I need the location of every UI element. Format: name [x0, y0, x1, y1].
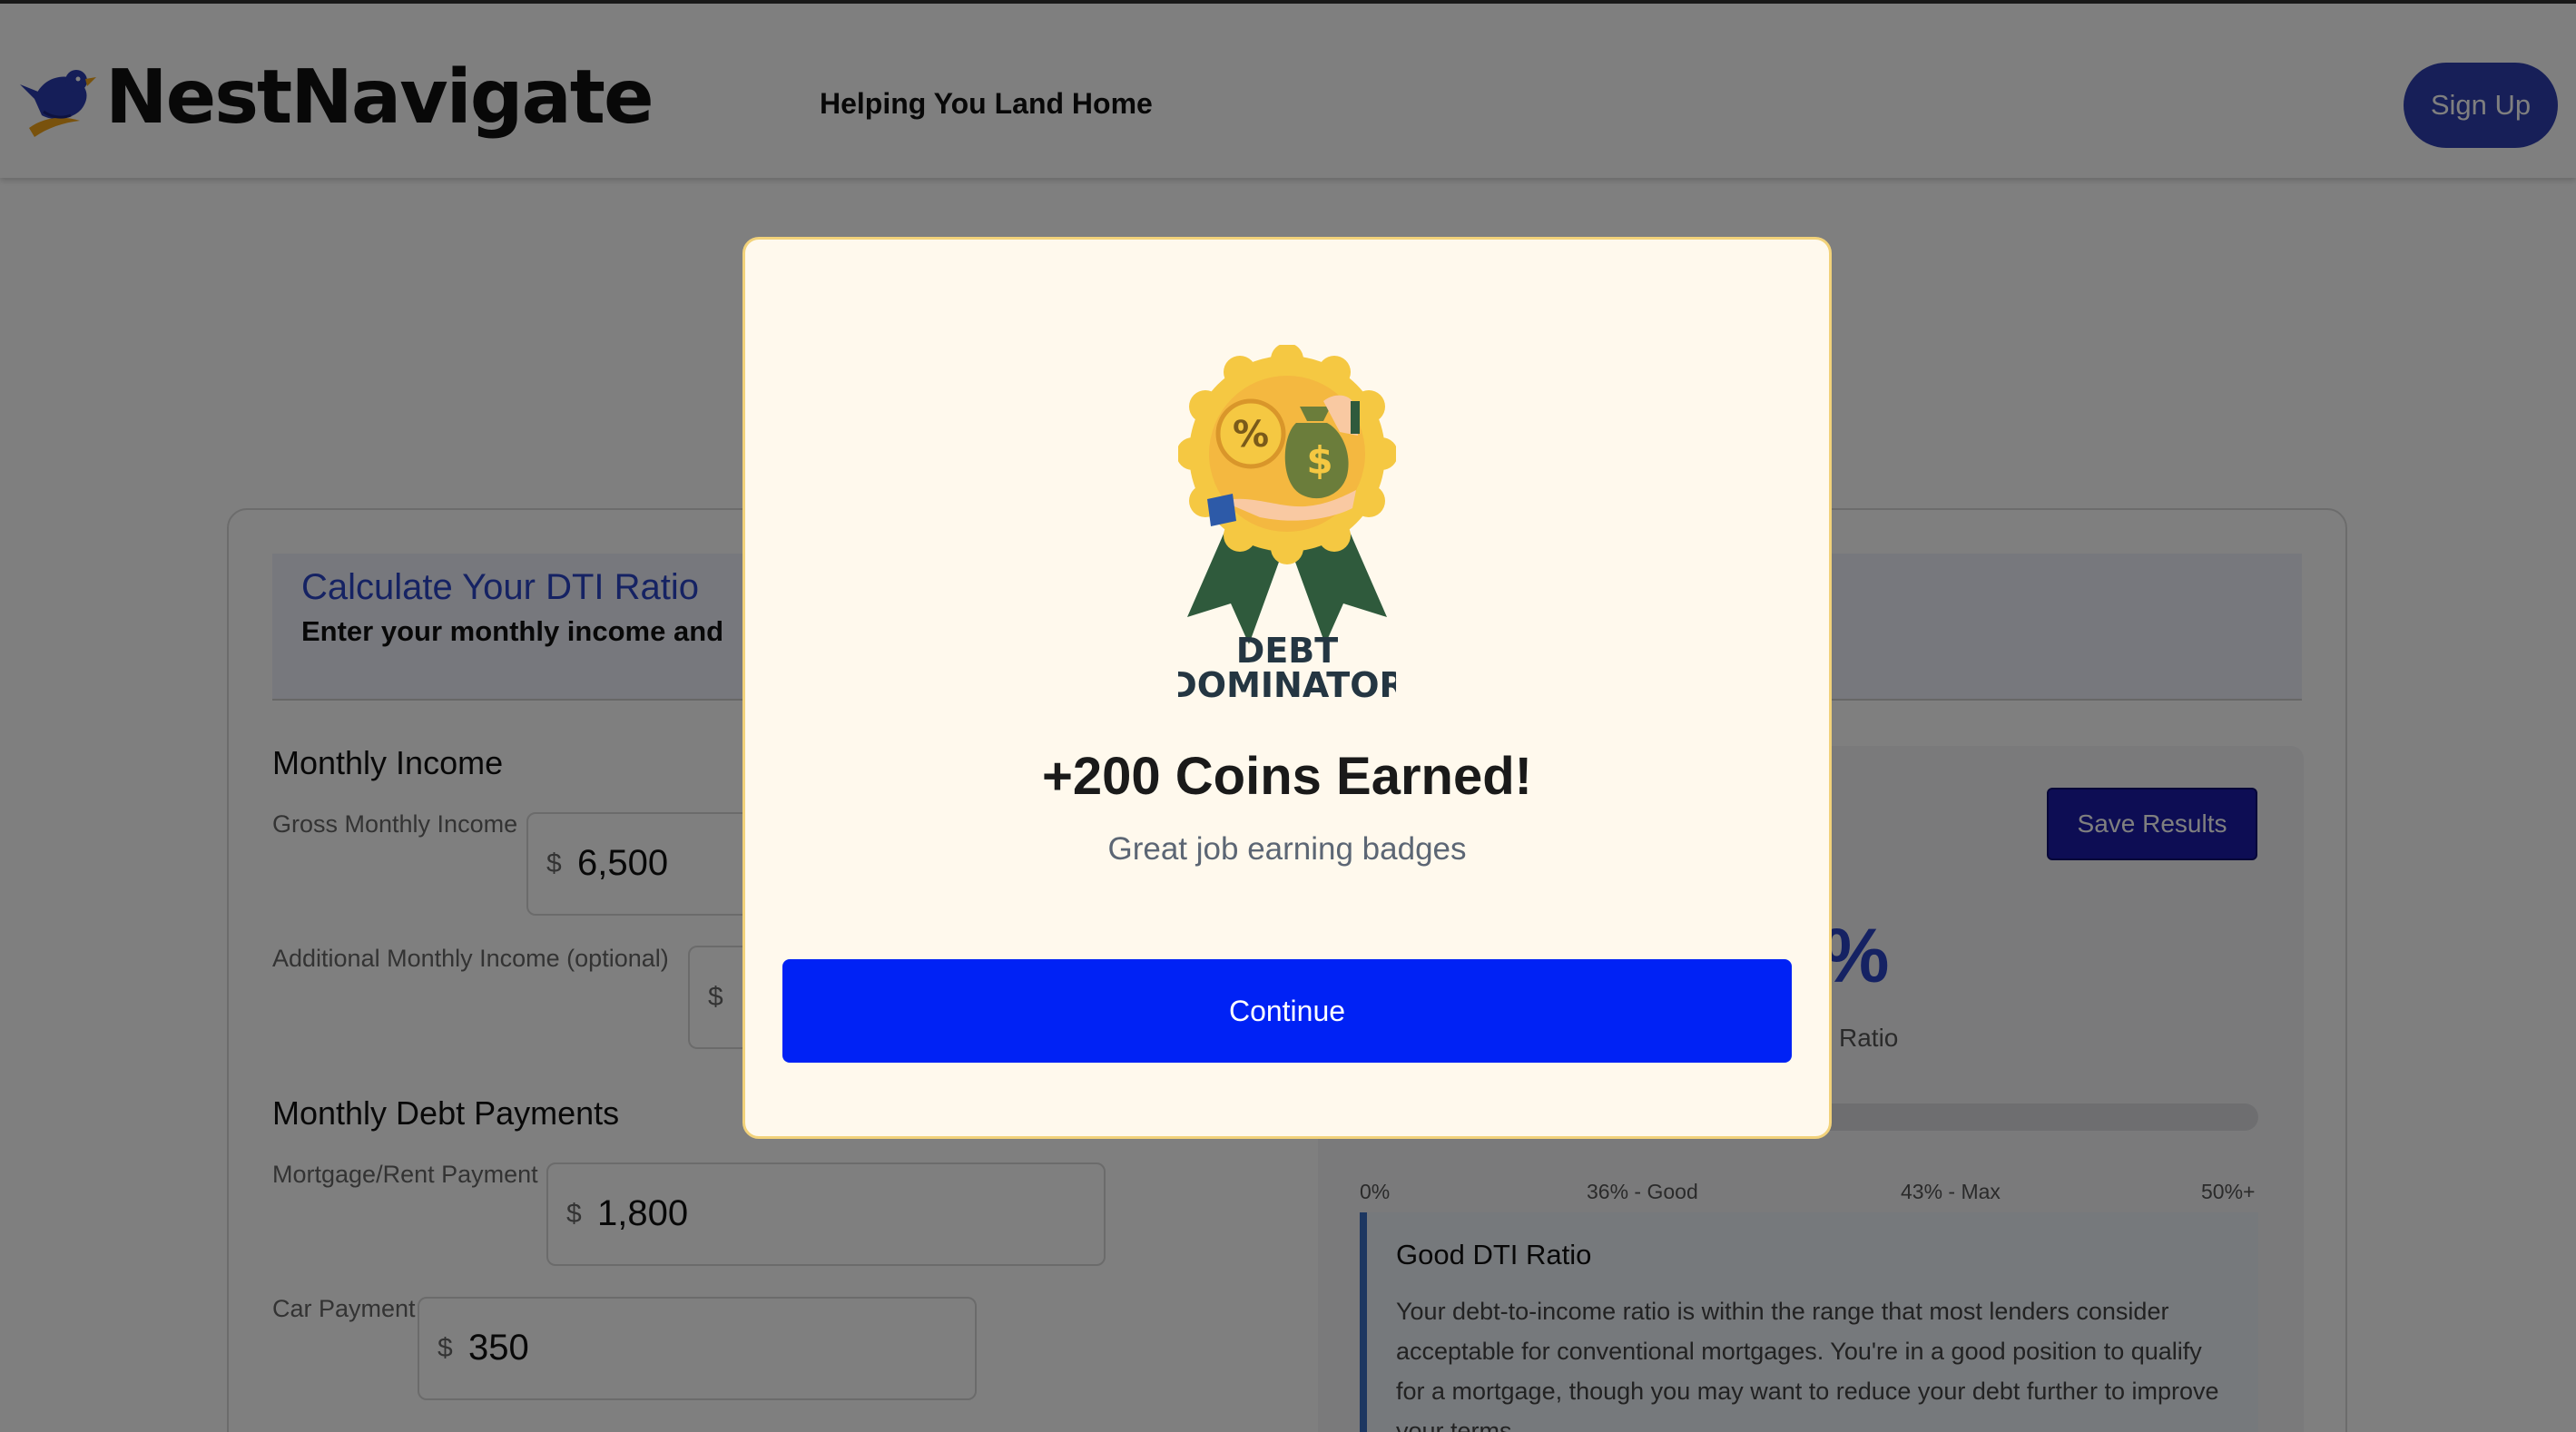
svg-text:%: %	[1233, 414, 1269, 456]
svg-text:$: $	[1306, 438, 1332, 483]
debt-dominator-badge-icon: % $ DEBT DOMINATOR	[1178, 345, 1396, 699]
continue-button[interactable]: Continue	[782, 959, 1792, 1063]
coins-earned-title: +200 Coins Earned!	[1042, 747, 1532, 806]
badge-name-line-2: DOMINATOR	[1178, 665, 1396, 699]
coins-earned-subtitle: Great job earning badges	[1107, 831, 1467, 867]
